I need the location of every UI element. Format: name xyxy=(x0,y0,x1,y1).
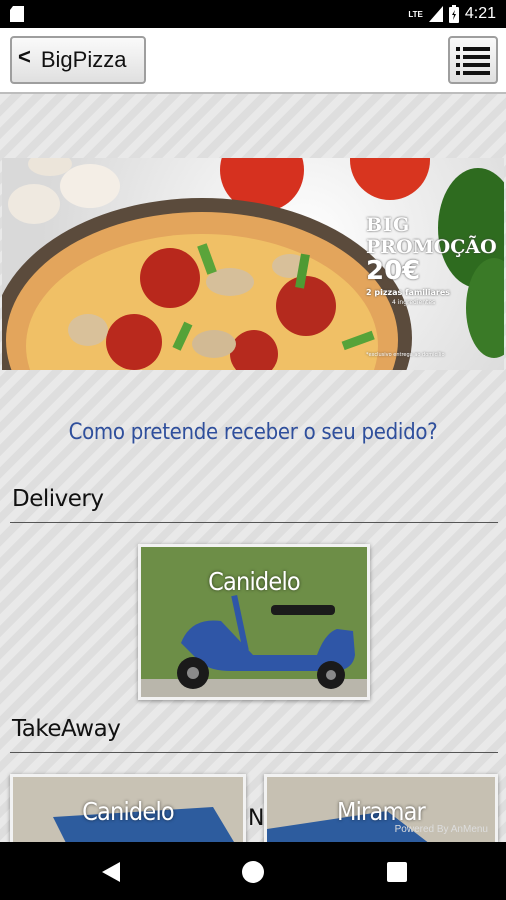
recents-nav-icon[interactable] xyxy=(386,861,408,883)
takeaway-section-title: TakeAway xyxy=(12,716,121,742)
takeaway-location-label: Canidelo xyxy=(82,797,175,826)
promo-banner[interactable]: BIG PROMOÇÃO 20€ 2 pizzas familiares 4 i… xyxy=(2,158,504,370)
sd-card-icon xyxy=(10,6,24,22)
takeaway-location-tile-canidelo[interactable]: Canidelo xyxy=(10,774,246,842)
delivery-location-tile[interactable]: Canidelo xyxy=(138,544,370,700)
back-nav-icon[interactable] xyxy=(100,860,122,884)
network-type: LTE xyxy=(408,9,423,19)
delivery-section-title: Delivery xyxy=(12,486,104,512)
signal-icon xyxy=(428,6,443,22)
promo-disclaimer: *exclusivo entrega ao domicílio xyxy=(366,352,445,358)
battery-icon xyxy=(448,5,459,23)
promo-headline-line1: BIG xyxy=(366,214,411,236)
back-button-label: BigPizza xyxy=(40,47,127,72)
promo-subtitle: 2 pizzas familiares xyxy=(366,288,451,297)
hamburger-menu-icon xyxy=(456,47,490,75)
pizza-image xyxy=(2,158,504,370)
menu-button[interactable] xyxy=(448,36,498,84)
chevron-left-icon: < xyxy=(18,44,31,69)
promo-headline-line2: PROMOÇÃO xyxy=(366,236,497,258)
clock: 4:21 xyxy=(464,5,496,22)
takeaway-location-label: Miramar xyxy=(336,797,426,826)
truncated-text: N xyxy=(248,806,265,831)
order-method-question: Como pretende receber o seu pedido? xyxy=(68,420,438,445)
divider xyxy=(10,522,498,523)
back-button[interactable]: < BigPizza xyxy=(10,36,146,84)
navigation-bar xyxy=(0,842,506,900)
home-nav-icon[interactable] xyxy=(241,860,265,884)
app-header: < BigPizza xyxy=(0,28,506,94)
status-bar: LTE 4:21 xyxy=(0,0,506,28)
delivery-location-label: Canidelo xyxy=(208,567,301,596)
promo-subtitle-2: 4 ingredientes xyxy=(392,299,436,306)
promo-price: 20€ xyxy=(366,256,421,286)
status-right: LTE 4:21 xyxy=(408,4,496,24)
main-content[interactable]: BIG PROMOÇÃO 20€ 2 pizzas familiares 4 i… xyxy=(0,94,506,842)
powered-by-text: Powered By AnMenu xyxy=(394,824,488,835)
divider xyxy=(10,752,498,753)
